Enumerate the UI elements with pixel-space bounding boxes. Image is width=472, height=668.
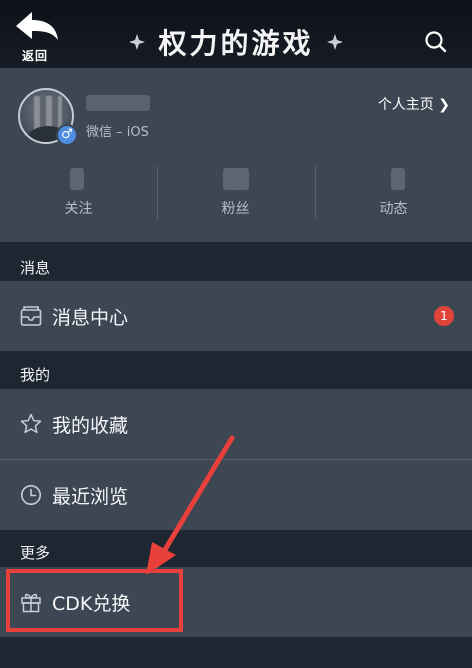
stat-posts[interactable]: 动态 [315,162,472,222]
search-icon [425,31,447,53]
row-label: 我的收藏 [52,415,129,437]
stats-bar: 关注 粉丝 动态 [0,162,472,222]
nav-header: 返回 权力的游戏 [0,0,472,68]
personal-homepage-link[interactable]: 个人主页 ❯ [378,94,450,114]
title-ornament-right-icon [326,34,343,50]
row-label: 消息中心 [52,307,129,329]
annotation-highlight-box [6,569,183,632]
stat-count-blurred [391,168,405,190]
search-button[interactable] [422,28,450,56]
stat-followers[interactable]: 粉丝 [157,162,314,222]
recent-views-row[interactable]: 最近浏览 [0,460,472,530]
stat-count-blurred [223,168,249,190]
message-icon [20,306,42,326]
stat-label: 关注 [64,201,93,217]
stat-following[interactable]: 关注 [0,162,157,222]
unread-badge: 1 [434,306,454,326]
clock-icon [21,485,41,505]
my-favorites-row[interactable]: 我的收藏 [0,389,472,459]
star-icon [20,413,42,434]
title-ornament-left-icon [129,34,146,50]
gender-male-icon: ♂ [56,124,78,146]
row-label: 最近浏览 [52,486,129,508]
message-center-row[interactable]: 消息中心 [0,281,472,351]
stat-label: 粉丝 [221,201,250,217]
stat-count-blurred [70,168,84,190]
username-blurred [86,95,150,111]
page-title: 权力的游戏 [158,27,314,60]
stat-label: 动态 [379,201,408,217]
login-platform: 微信 – iOS [86,125,149,140]
